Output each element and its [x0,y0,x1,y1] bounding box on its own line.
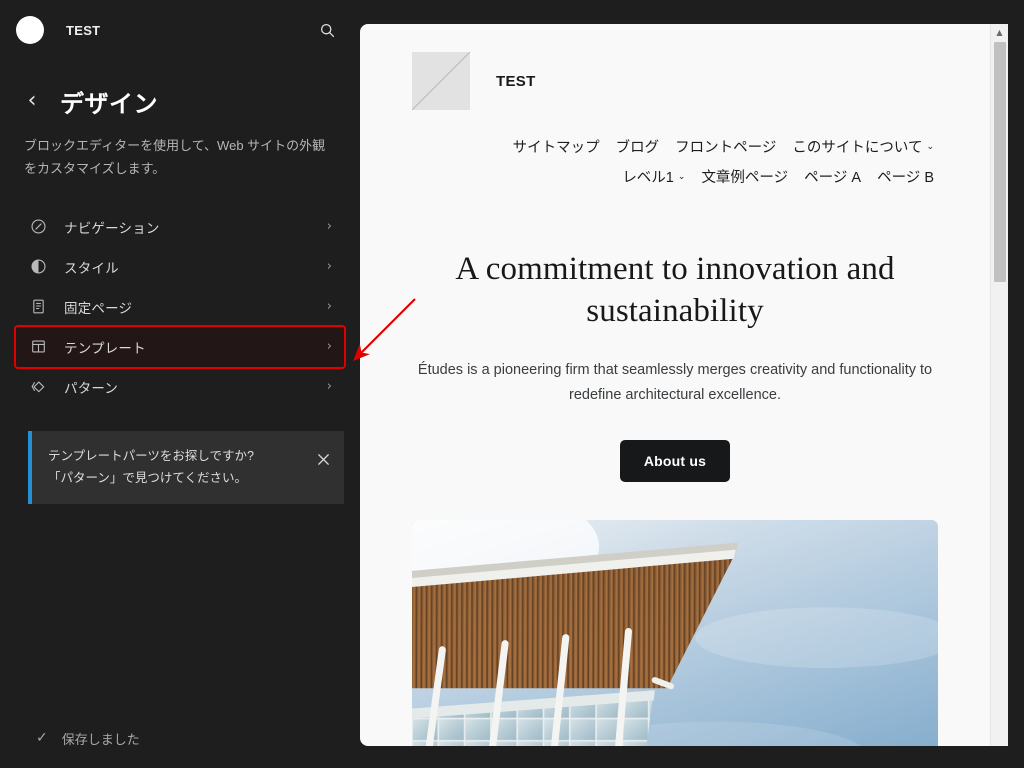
nav-item-page-a[interactable]: ページ A [804,166,861,187]
panel-description: ブロックエディターを使用して、Web サイトの外観をカスタマイズします。 [24,138,326,176]
chevron-right-icon: › [326,259,332,274]
sidebar-item-label: テンプレート [64,340,146,356]
nav-label: 文章例ページ [701,170,789,186]
nav-row-secondary: レベル1 ⌄ 文章例ページ ページ A ページ B [412,166,934,187]
editor-sidebar: W TEST ‹ デザイン ブロックエディターを使用して、Web サイトの外観を… [0,0,360,768]
chevron-down-icon: ⌄ [677,171,686,182]
close-icon[interactable] [310,447,336,473]
notice-message: テンプレートパーツをお探しですか? 「パターン」で見つけてください。 [48,448,254,486]
template-parts-notice: テンプレートパーツをお探しですか? 「パターン」で見つけてください。 [28,430,344,504]
site-branding: TEST [412,52,990,110]
nav-item-sample-page[interactable]: 文章例ページ [701,166,788,187]
svg-text:W: W [23,23,37,39]
sidebar-item-pages[interactable]: 固定ページ › [16,287,344,327]
page-title: デザイン [60,91,158,118]
nav-label: ブログ [615,140,660,156]
preview-site-header: TEST サイトマップ ブログ フロントページ このサイトについて ⌄ レベル1… [360,24,990,187]
nav-item-blog[interactable]: ブログ [616,136,660,157]
pages-document-icon [26,295,50,319]
scroll-thumb[interactable] [994,42,1006,282]
sidebar-item-templates[interactable]: テンプレート › [14,324,346,369]
nav-label: レベル1 [622,170,674,186]
sidebar-item-label: スタイル [64,260,119,276]
hero-section: A commitment to innovation and sustainab… [360,196,990,483]
nav-label: ページ B [877,170,934,186]
preview-scrollbar[interactable]: ▲ [990,24,1008,746]
scroll-up-arrow-icon[interactable]: ▲ [991,24,1008,41]
save-status-bar[interactable]: ✓ 保存しました [0,708,360,768]
sidebar-item-navigation[interactable]: ナビゲーション › [16,207,344,247]
nav-item-frontpage[interactable]: フロントページ [675,136,776,157]
sidebar-item-label: 固定ページ [64,300,133,316]
nav-item-page-b[interactable]: ページ B [877,166,934,187]
nav-label: フロントページ [675,140,777,156]
nav-label: このサイトについて [792,140,923,156]
nav-item-sitemap[interactable]: サイトマップ [513,136,600,157]
preview-content: TEST サイトマップ ブログ フロントページ このサイトについて ⌄ レベル1… [360,24,990,746]
sidebar-item-patterns[interactable]: パターン › [16,367,344,407]
sidebar-topbar: W TEST [0,0,360,60]
sidebar-item-styles[interactable]: スタイル › [16,247,344,287]
chevron-left-icon[interactable]: ‹ [24,89,40,112]
site-editor-window: W TEST ‹ デザイン ブロックエディターを使用して、Web サイトの外観を… [0,0,1024,768]
site-preview-canvas[interactable]: TEST サイトマップ ブログ フロントページ このサイトについて ⌄ レベル1… [360,24,1008,746]
chevron-down-icon: ⌄ [926,141,934,152]
search-icon[interactable] [312,15,342,45]
chevron-right-icon: › [326,339,332,354]
save-status-label: 保存しました [61,731,140,747]
hero-subtitle: Études is a pioneering firm that seamles… [417,362,933,404]
nav-item-about-this-site[interactable]: このサイトについて ⌄ [792,136,934,157]
templates-layout-icon [26,335,50,359]
styles-contrast-icon [26,255,50,279]
chevron-right-icon: › [326,379,332,394]
site-logo-placeholder-icon [412,52,470,110]
navigation-compass-icon [26,215,50,239]
hero-heading: A commitment to innovation and sustainab… [455,251,895,330]
sidebar-item-label: ナビゲーション [64,220,160,236]
sidebar-site-name: TEST [66,22,101,38]
sidebar-item-label: パターン [64,380,119,396]
patterns-diamond-icon [26,375,50,399]
sidebar-header: ‹ デザイン ブロックエディターを使用して、Web サイトの外観をカスタマイズし… [0,60,360,181]
nav-item-level1[interactable]: レベル1 ⌄ [622,166,685,187]
sidebar-menu-list: ナビゲーション › スタイル › 固定ページ › テンプレート › パターン › [0,207,360,407]
hero-cta-wrapper: About us [404,440,946,483]
chevron-right-icon: › [326,299,332,314]
nav-row-primary: サイトマップ ブログ フロントページ このサイトについて ⌄ [412,136,934,157]
hero-architecture-image [412,520,938,746]
preview-navigation: サイトマップ ブログ フロントページ このサイトについて ⌄ レベル1 ⌄ 文章… [412,136,990,187]
chevron-right-icon: › [326,219,332,234]
wordpress-logo-icon[interactable]: W [16,16,44,44]
check-icon: ✓ [36,730,48,746]
preview-site-title: TEST [496,72,536,90]
nav-label: サイトマップ [512,140,600,156]
about-us-button[interactable]: About us [619,440,731,483]
nav-label: ページ A [804,170,862,186]
